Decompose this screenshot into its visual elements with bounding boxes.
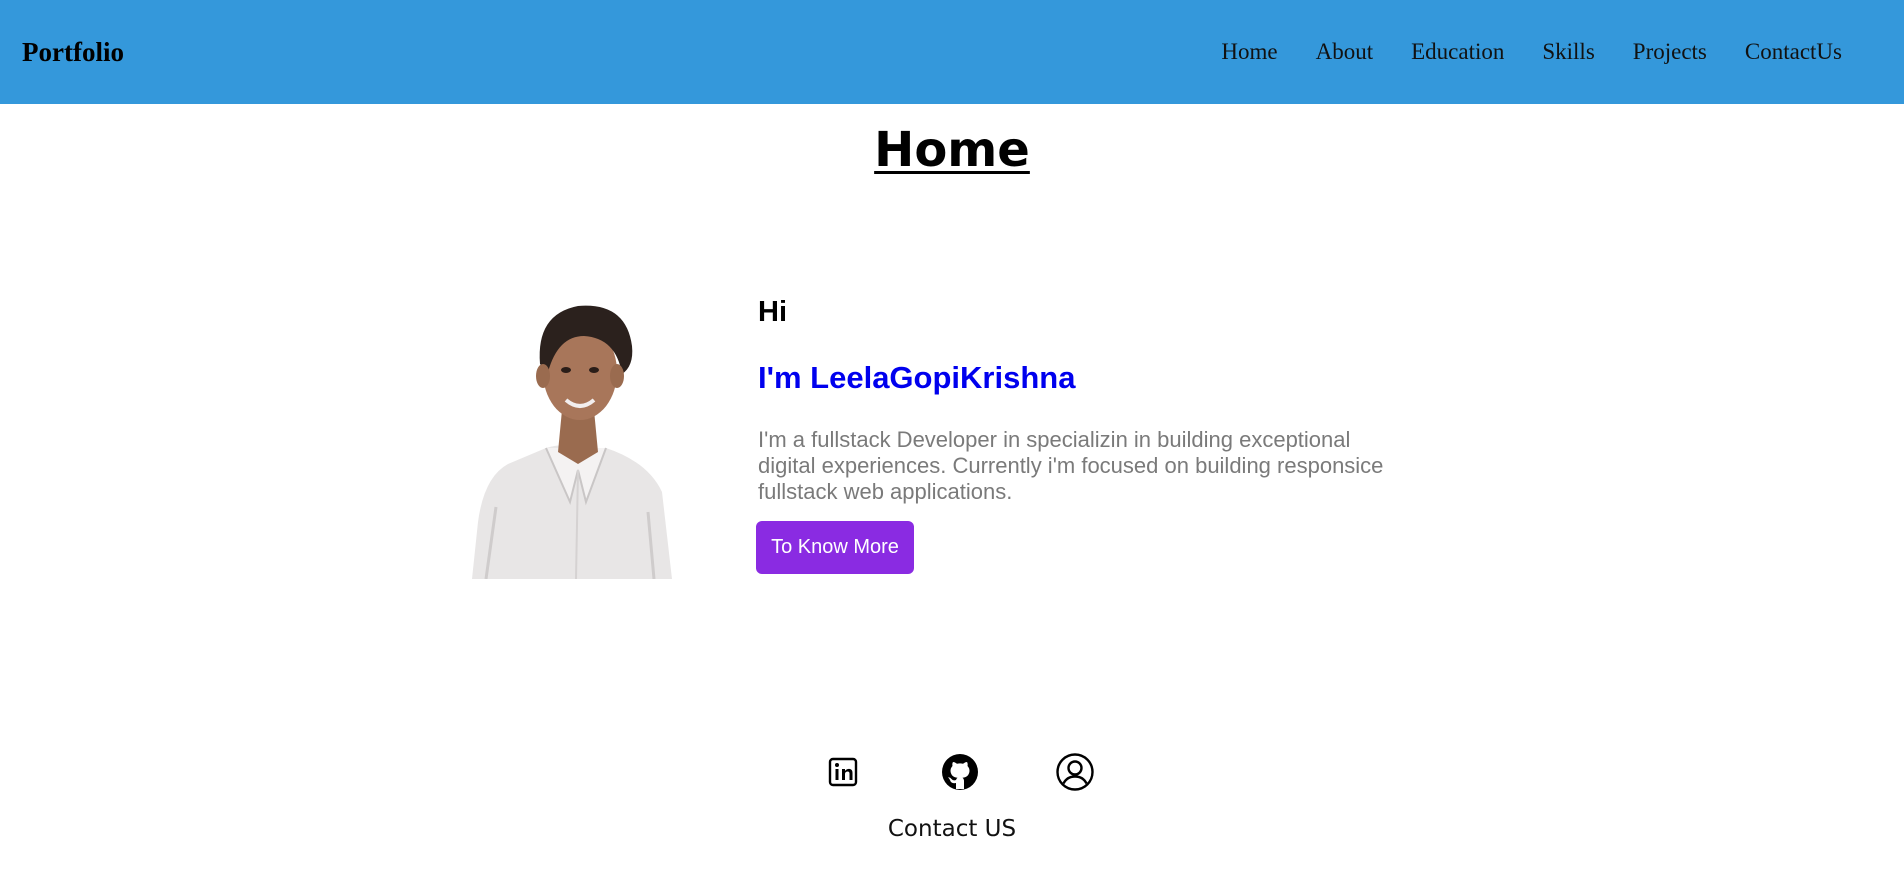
social-links [0,752,1904,794]
intro-description: I'm a fullstack Developer in specializin… [758,427,1384,504]
navbar: Portfolio Home About Education Skills Pr… [0,0,1904,104]
name-heading: I'm LeelaGopiKrishna [758,360,1076,395]
linkedin-icon[interactable] [823,752,863,792]
nav-link-home[interactable]: Home [1221,39,1277,65]
nav-link-education[interactable]: Education [1411,39,1504,65]
nav-link-projects[interactable]: Projects [1633,39,1707,65]
intro-section: Hi I'm LeelaGopiKrishna I'm a fullstack … [756,296,1398,574]
nav-links: Home About Education Skills Projects Con… [1221,39,1842,65]
nav-link-about[interactable]: About [1316,39,1374,65]
profile-photo [472,305,672,579]
greeting-text: Hi [758,296,787,328]
github-icon[interactable] [940,752,980,792]
brand-logo-text[interactable]: Portfolio [22,37,124,68]
nav-link-skills[interactable]: Skills [1542,39,1594,65]
know-more-button[interactable]: To Know More [756,521,914,574]
profile-icon[interactable] [1055,752,1095,792]
page-title: Home [874,122,1030,178]
contact-us-label[interactable]: Contact US [0,816,1904,842]
nav-link-contactus[interactable]: ContactUs [1745,39,1842,65]
